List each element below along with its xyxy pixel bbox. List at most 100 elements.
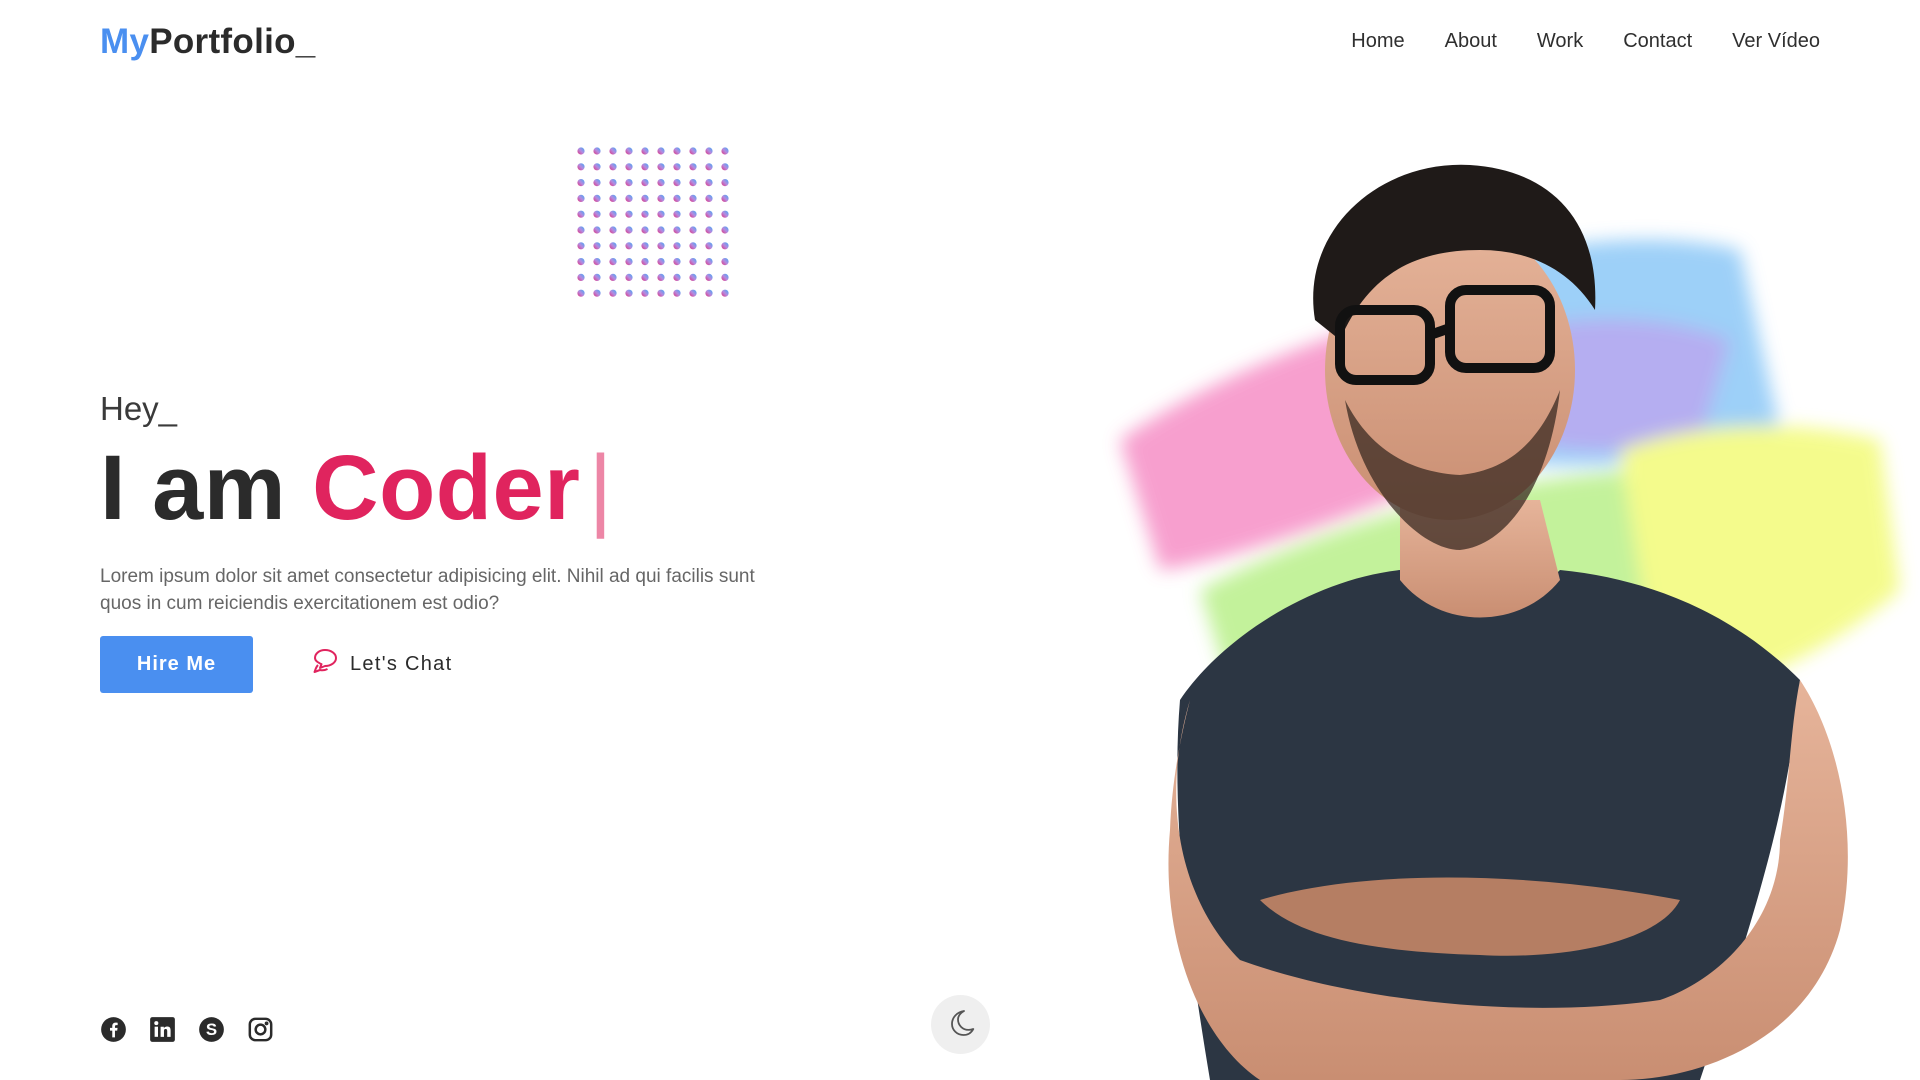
decorative-dot	[705, 289, 713, 297]
decorative-dot	[673, 194, 681, 202]
decorative-dot	[625, 242, 633, 250]
decorative-dot	[641, 163, 649, 171]
decorative-dot	[609, 163, 617, 171]
chat-bubble-icon	[312, 646, 342, 682]
decorative-dot	[577, 242, 585, 250]
decorative-dot	[609, 289, 617, 297]
decorative-dot	[673, 242, 681, 250]
decorative-dot	[705, 194, 713, 202]
hero-headline: I am Coder|	[100, 442, 613, 534]
decorative-dot	[721, 194, 729, 202]
decorative-dot	[705, 147, 713, 155]
decorative-dot	[705, 273, 713, 281]
decorative-dot	[657, 273, 665, 281]
decorative-dot	[593, 210, 601, 218]
decorative-dot	[657, 258, 665, 266]
theme-toggle-button[interactable]	[931, 995, 990, 1054]
decorative-dot	[689, 258, 697, 266]
decorative-dot	[657, 289, 665, 297]
decorative-dot	[705, 179, 713, 187]
decorative-dot	[641, 289, 649, 297]
nav-contact[interactable]: Contact	[1623, 30, 1692, 53]
headline-lead: I am	[100, 437, 287, 539]
decorative-dot	[577, 147, 585, 155]
skype-icon[interactable]: S	[198, 1016, 225, 1043]
decorative-dot	[689, 179, 697, 187]
decorative-dot	[593, 163, 601, 171]
decorative-dot	[609, 147, 617, 155]
decorative-dot	[657, 163, 665, 171]
decorative-dot	[689, 289, 697, 297]
decorative-dot	[673, 163, 681, 171]
decorative-dot	[577, 289, 585, 297]
decorative-dot	[593, 179, 601, 187]
greeting: Hey_	[100, 390, 178, 427]
facebook-icon[interactable]	[100, 1016, 127, 1043]
nav-about[interactable]: About	[1445, 30, 1497, 53]
decorative-dot	[593, 226, 601, 234]
instagram-icon[interactable]	[247, 1016, 274, 1043]
decorative-dot	[593, 273, 601, 281]
decorative-dot	[657, 179, 665, 187]
decorative-dot	[657, 210, 665, 218]
decorative-dot	[721, 226, 729, 234]
decorative-dot	[705, 258, 713, 266]
hero-description: Lorem ipsum dolor sit amet consectetur a…	[100, 566, 755, 614]
social-links: S	[100, 1016, 274, 1043]
decorative-dot	[641, 147, 649, 155]
headline-role: Coder	[312, 437, 581, 539]
decorative-dot	[609, 226, 617, 234]
decorative-dot	[721, 242, 729, 250]
decorative-dot	[641, 273, 649, 281]
decorative-dot	[721, 210, 729, 218]
hire-me-button[interactable]: Hire Me	[100, 636, 253, 693]
decorative-dot	[721, 147, 729, 155]
decorative-dot	[657, 147, 665, 155]
decorative-dot	[689, 194, 697, 202]
decorative-dot	[673, 273, 681, 281]
decorative-dot	[625, 163, 633, 171]
decorative-dot	[657, 242, 665, 250]
decorative-dot	[609, 210, 617, 218]
decorative-dot	[689, 273, 697, 281]
decorative-dot	[625, 147, 633, 155]
decorative-dot	[657, 226, 665, 234]
lets-chat-label: Let's Chat	[350, 652, 453, 675]
decorative-dot	[673, 226, 681, 234]
decorative-dot	[625, 226, 633, 234]
decorative-dot	[593, 258, 601, 266]
decorative-dot	[593, 289, 601, 297]
decorative-dot	[673, 289, 681, 297]
decorative-dot	[641, 179, 649, 187]
decorative-dot	[577, 163, 585, 171]
decorative-dot	[689, 147, 697, 155]
decorative-dot	[673, 147, 681, 155]
decorative-dot	[705, 226, 713, 234]
decorative-dot	[625, 289, 633, 297]
decorative-dot	[721, 289, 729, 297]
decorative-dot	[641, 210, 649, 218]
decorative-dot	[577, 194, 585, 202]
decorative-dot	[689, 210, 697, 218]
decorative-dot	[609, 242, 617, 250]
decorative-dot	[577, 179, 585, 187]
decorative-dot	[721, 258, 729, 266]
site-logo[interactable]: MyPortfolio_	[100, 22, 316, 62]
decorative-dot	[609, 273, 617, 281]
decorative-dot	[609, 179, 617, 187]
svg-text:S: S	[206, 1020, 217, 1039]
moon-icon	[945, 1007, 977, 1042]
nav-home[interactable]: Home	[1351, 30, 1404, 53]
decorative-dot	[641, 242, 649, 250]
main-nav: Home About Work Contact Ver Vídeo	[1351, 30, 1820, 53]
decorative-dot	[673, 179, 681, 187]
typing-cursor: |	[588, 437, 613, 539]
decorative-dot	[641, 226, 649, 234]
nav-video[interactable]: Ver Vídeo	[1732, 30, 1820, 53]
linkedin-icon[interactable]	[149, 1016, 176, 1043]
hero-portrait-image	[1120, 164, 1900, 1080]
decorative-dot	[721, 179, 729, 187]
lets-chat-button[interactable]: Let's Chat	[312, 646, 452, 682]
decorative-dot	[721, 163, 729, 171]
nav-work[interactable]: Work	[1537, 30, 1583, 53]
